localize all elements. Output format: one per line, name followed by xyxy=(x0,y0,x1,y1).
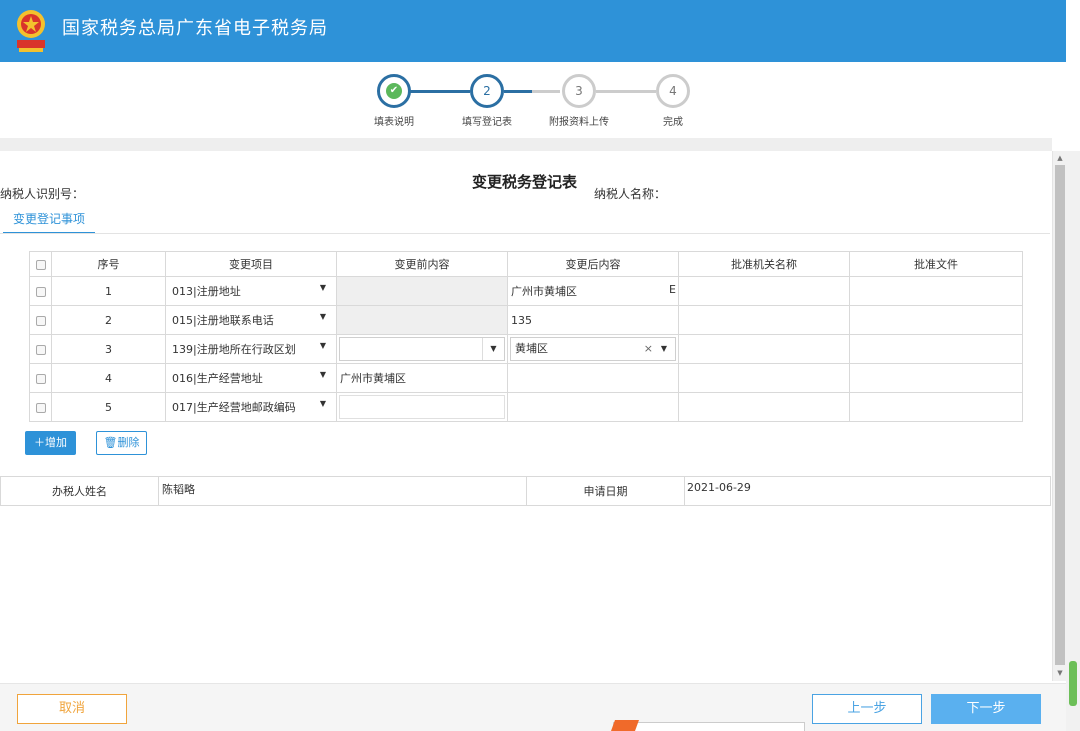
column-header: 批准文件 xyxy=(849,251,1023,277)
step-4-label: 完成 xyxy=(663,117,683,128)
after-content-input[interactable]: 135 xyxy=(507,305,679,335)
add-row-button[interactable]: ＋增加 xyxy=(25,431,76,455)
approval-authority-cell[interactable] xyxy=(678,392,850,422)
column-header: 变更后内容 xyxy=(507,251,679,277)
change-items-table: 序号 变更项目 变更前内容 变更后内容 批准机关名称 批准文件 1 013|注册… xyxy=(29,251,1023,422)
row-checkbox[interactable] xyxy=(35,286,46,297)
row-checkbox[interactable] xyxy=(35,344,46,355)
before-content-input[interactable] xyxy=(339,395,505,419)
caret-down-icon: ▼ xyxy=(319,283,326,292)
before-content-cell xyxy=(336,276,508,306)
app-header: 国家税务总局广东省电子税务局 xyxy=(0,0,1066,62)
step-1-circle: ✔ xyxy=(377,74,411,108)
step-4-circle: 4 xyxy=(656,74,690,108)
applicant-info-table: 办税人姓名 陈韬略 申请日期 2021-06-29 xyxy=(0,476,1051,506)
tab-change-items[interactable]: 变更登记事项 xyxy=(3,210,95,234)
before-district-select[interactable]: ▼ xyxy=(339,337,505,361)
column-header: 变更项目 xyxy=(165,251,337,277)
caret-down-icon: ▼ xyxy=(319,399,326,408)
row-number: 4 xyxy=(51,363,166,393)
scroll-up-icon[interactable]: ▲ xyxy=(1055,153,1065,163)
trash-icon: 🗑 xyxy=(103,436,118,449)
caret-down-icon: ▼ xyxy=(319,312,326,321)
caret-down-icon[interactable]: ▼ xyxy=(482,338,504,360)
approval-authority-cell[interactable] xyxy=(678,276,850,306)
row-checkbox[interactable] xyxy=(35,402,46,413)
after-content-input[interactable] xyxy=(507,363,679,393)
change-item-select[interactable]: 017|生产经营地邮政编码 ▼ xyxy=(165,392,337,422)
before-content-cell: 广州市黄埔区 xyxy=(336,363,508,393)
approval-document-cell[interactable] xyxy=(849,392,1023,422)
approval-document-cell[interactable] xyxy=(849,363,1023,393)
check-icon: ✔ xyxy=(386,83,402,99)
content-scrollbar[interactable]: ▲ ▼ xyxy=(1052,151,1066,681)
caret-down-icon: ▼ xyxy=(319,370,326,379)
column-header: 批准机关名称 xyxy=(678,251,850,277)
change-item-select[interactable]: 016|生产经营地址 ▼ xyxy=(165,363,337,393)
delete-row-button[interactable]: 🗑删除 xyxy=(96,431,147,455)
step-2-circle: 2 xyxy=(470,74,504,108)
select-all-checkbox[interactable] xyxy=(35,259,46,270)
row-number: 3 xyxy=(51,334,166,364)
step-3-label: 附报资料上传 xyxy=(549,117,609,128)
floating-panel[interactable] xyxy=(613,722,805,731)
scroll-thumb[interactable] xyxy=(1055,165,1065,665)
clear-icon[interactable]: × xyxy=(644,338,653,360)
row-checkbox[interactable] xyxy=(35,373,46,384)
change-item-select[interactable]: 139|注册地所在行政区划 ▼ xyxy=(165,334,337,364)
table-row: 2 015|注册地联系电话 ▼ 135 xyxy=(29,305,1023,335)
table-row: 4 016|生产经营地址 ▼ 广州市黄埔区 xyxy=(29,363,1023,393)
row-number: 2 xyxy=(51,305,166,335)
tax-emblem-icon xyxy=(17,10,45,52)
row-number: 1 xyxy=(51,276,166,306)
page-scrollbar[interactable] xyxy=(1066,151,1080,731)
app-title: 国家税务总局广东省电子税务局 xyxy=(62,18,328,39)
table-header-row: 序号 变更项目 变更前内容 变更后内容 批准机关名称 批准文件 xyxy=(29,251,1023,277)
apply-date-label: 申请日期 xyxy=(526,476,685,506)
column-header: 序号 xyxy=(51,251,166,277)
cancel-button[interactable]: 取消 xyxy=(17,694,127,724)
floating-logo-icon[interactable] xyxy=(610,720,640,731)
handler-name-value[interactable]: 陈韬略 xyxy=(158,476,527,506)
approval-authority-cell[interactable] xyxy=(678,363,850,393)
next-step-button[interactable]: 下一步 xyxy=(931,694,1041,724)
step-2-label: 填写登记表 xyxy=(462,117,512,128)
step-1-label: 填表说明 xyxy=(374,117,414,128)
table-row: 5 017|生产经营地邮政编码 ▼ xyxy=(29,392,1023,422)
approval-document-cell[interactable] xyxy=(849,276,1023,306)
table-row: 办税人姓名 陈韬略 申请日期 2021-06-29 xyxy=(0,476,1051,506)
caret-down-icon[interactable]: ▼ xyxy=(661,338,667,360)
change-item-select[interactable]: 015|注册地联系电话 ▼ xyxy=(165,305,337,335)
step-3-circle: 3 xyxy=(562,74,596,108)
change-item-select[interactable]: 013|注册地址 ▼ xyxy=(165,276,337,306)
plus-icon: ＋ xyxy=(34,436,45,449)
approval-document-cell[interactable] xyxy=(849,305,1023,335)
approval-document-cell[interactable] xyxy=(849,334,1023,364)
after-content-input[interactable]: 广州市黄埔区 E xyxy=(507,276,679,306)
progress-stepper: ✔ 2 3 4 填表说明 填写登记表 附报资料上传 完成 xyxy=(0,62,1066,138)
table-row: 1 013|注册地址 ▼ 广州市黄埔区 E xyxy=(29,276,1023,306)
page-scroll-thumb[interactable] xyxy=(1069,661,1077,706)
approval-authority-cell[interactable] xyxy=(678,305,850,335)
row-number: 5 xyxy=(51,392,166,422)
previous-step-button[interactable]: 上一步 xyxy=(812,694,922,724)
table-row: 3 139|注册地所在行政区划 ▼ ▼ 黄埔区 × ▼ xyxy=(29,334,1023,364)
approval-authority-cell[interactable] xyxy=(678,334,850,364)
taxpayer-name-label: 纳税人名称： xyxy=(594,187,667,201)
scroll-down-icon[interactable]: ▼ xyxy=(1055,668,1065,678)
handler-name-label: 办税人姓名 xyxy=(0,476,159,506)
form-title: 变更税务登记表 xyxy=(472,173,578,191)
before-content-cell xyxy=(336,305,508,335)
apply-date-value[interactable]: 2021-06-29 xyxy=(684,476,1051,506)
after-district-select[interactable]: 黄埔区 × ▼ xyxy=(510,337,676,361)
column-header: 变更前内容 xyxy=(336,251,508,277)
caret-down-icon: ▼ xyxy=(319,341,326,350)
taxpayer-id-label: 纳税人识别号： xyxy=(0,187,85,201)
after-content-input[interactable] xyxy=(507,392,679,422)
row-checkbox[interactable] xyxy=(35,315,46,326)
